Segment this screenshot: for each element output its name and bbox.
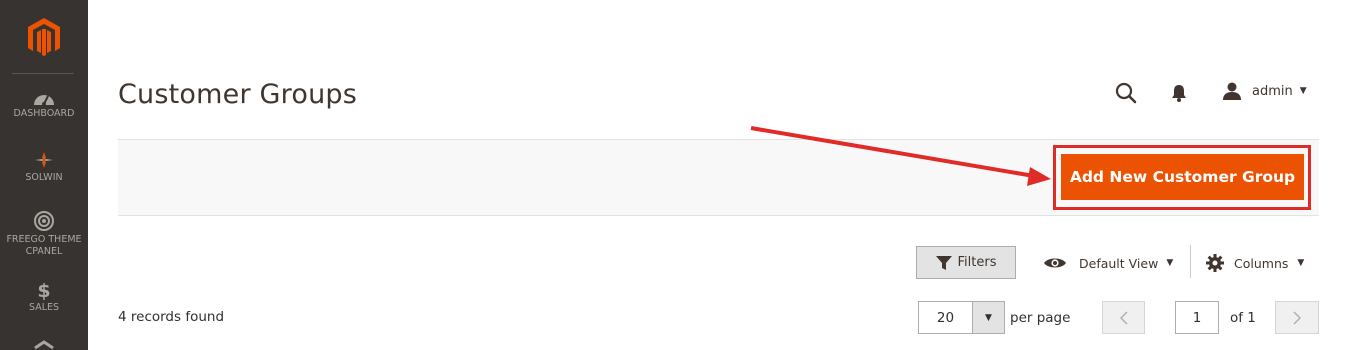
sidebar-item-solwin[interactable]: SOLWIN [0, 150, 88, 184]
admin-sidebar: DASHBOARD SOLWIN FREEGO THEME CPANEL $ S… [0, 0, 88, 350]
sidebar-item-label: DASHBOARD [13, 108, 75, 119]
per-page-value: 20 [919, 302, 973, 333]
current-page-input[interactable] [1175, 301, 1219, 334]
sidebar-item-sales[interactable]: $ SALES [0, 280, 88, 314]
sidebar-item-dashboard[interactable]: DASHBOARD [0, 90, 88, 120]
caret-down-icon: ▼ [1166, 258, 1174, 268]
sidebar-item-freego-theme-cpanel[interactable]: FREEGO THEME CPANEL [0, 210, 88, 258]
per-page-select[interactable]: 20 ▼ [918, 301, 1005, 334]
toolbar-divider [1190, 245, 1191, 278]
user-name: admin [1252, 83, 1293, 99]
gear-icon [1206, 254, 1224, 272]
columns-dropdown[interactable]: Columns ▼ [1206, 250, 1304, 276]
filters-label: Filters [957, 255, 997, 270]
caret-down-icon: ▼ [985, 312, 992, 323]
per-page-toggle[interactable]: ▼ [973, 302, 1004, 333]
stack-icon [34, 340, 54, 350]
records-count: 4 records found [118, 309, 225, 325]
dollar-icon: $ [37, 280, 50, 300]
next-page-button[interactable] [1275, 301, 1319, 334]
columns-label: Columns [1234, 255, 1289, 271]
add-new-customer-group-button[interactable]: Add New Customer Group [1061, 154, 1304, 200]
sidebar-item-label: CPANEL [25, 246, 63, 257]
view-label: Default View [1079, 255, 1159, 271]
bell-icon[interactable] [1170, 83, 1188, 103]
caret-down-icon: ▼ [1297, 258, 1305, 268]
target-icon [34, 211, 54, 231]
default-view-dropdown[interactable]: Default View ▼ [1043, 250, 1173, 276]
per-page-label: per page [1010, 310, 1071, 326]
sidebar-item-label: SOLWIN [25, 172, 63, 183]
funnel-icon [935, 255, 952, 270]
magento-logo-icon[interactable] [26, 17, 62, 57]
solwin-icon [35, 152, 53, 168]
total-pages-text: of 1 [1230, 310, 1256, 326]
search-icon[interactable] [1114, 81, 1138, 105]
caret-down-icon: ▼ [1299, 86, 1307, 96]
filters-button[interactable]: Filters [916, 246, 1016, 279]
sidebar-item-label: FREEGO THEME [6, 234, 82, 245]
admin-user-menu[interactable]: admin ▼ [1222, 80, 1307, 102]
user-icon [1223, 82, 1241, 100]
eye-icon [1044, 258, 1066, 268]
previous-page-button[interactable] [1102, 301, 1145, 334]
svg-text:$: $ [37, 280, 50, 300]
page-title: Customer Groups [118, 79, 357, 110]
chevron-left-icon [1119, 310, 1128, 325]
sidebar-item-label: SALES [28, 302, 60, 313]
sidebar-divider [12, 73, 74, 74]
chevron-right-icon [1293, 310, 1302, 325]
dashboard-icon [34, 95, 54, 106]
